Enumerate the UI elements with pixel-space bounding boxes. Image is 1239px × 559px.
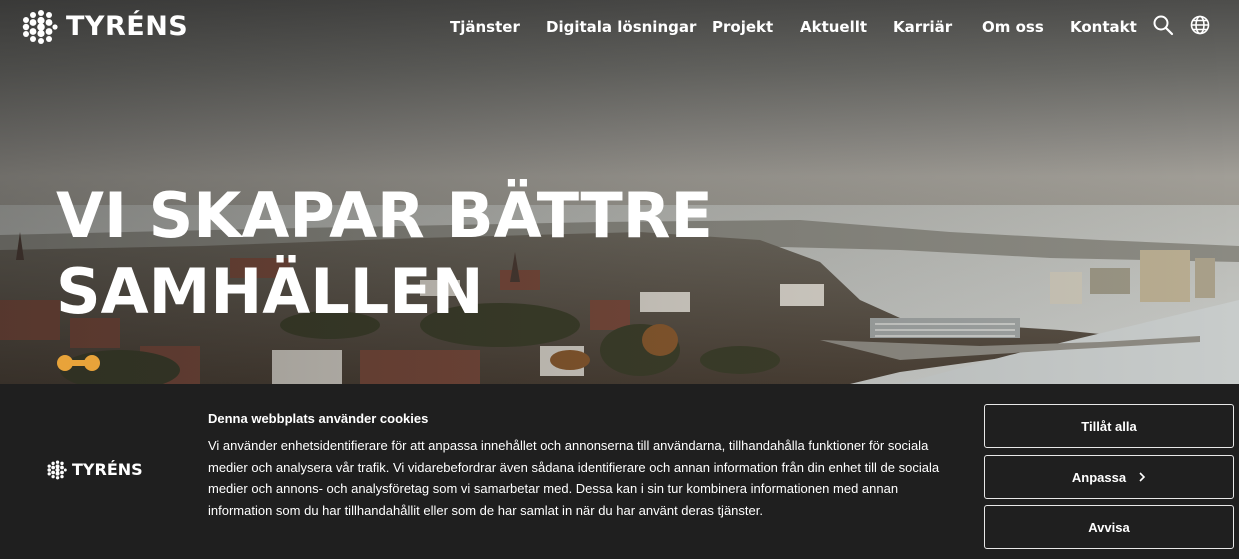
decline-button[interactable]: Avvisa bbox=[984, 505, 1234, 549]
tyrens-logo[interactable]: TYRÉNS bbox=[22, 10, 188, 44]
cookie-banner-text: Vi använder enhetsidentifierare för att … bbox=[208, 438, 940, 518]
logo-wordmark: TYRÉNS bbox=[66, 11, 189, 42]
tyrens-logo-icon bbox=[47, 460, 67, 480]
nav-item-aktuellt[interactable]: Aktuellt bbox=[800, 16, 867, 38]
globe-icon[interactable] bbox=[1189, 14, 1211, 36]
customize-button[interactable]: Anpassa bbox=[984, 455, 1234, 499]
nav-item-karriar[interactable]: Karriär bbox=[893, 16, 952, 38]
allow-all-button[interactable]: Tillåt alla bbox=[984, 404, 1234, 448]
site-header: TYRÉNS Tjänster Digitala lösningar Proje… bbox=[0, 0, 1239, 56]
nav-item-tjanster[interactable]: Tjänster bbox=[450, 16, 520, 38]
hero-headline: VI SKAPAR BÄTTRE SAMHÄLLEN bbox=[56, 178, 713, 330]
customize-label: Anpassa bbox=[1071, 469, 1127, 485]
tyrens-logo-icon bbox=[22, 10, 58, 44]
decline-label: Avvisa bbox=[1088, 519, 1130, 535]
chevron-right-icon bbox=[1139, 472, 1146, 482]
orange-dots-icon bbox=[57, 355, 100, 371]
nav-item-digitala-losningar[interactable]: Digitala lösningar bbox=[546, 16, 696, 38]
hero-headline-line-1: VI SKAPAR BÄTTRE bbox=[56, 179, 713, 252]
cookie-banner: TYRÉNS Denna webbplats använder cookies … bbox=[0, 384, 1239, 559]
cookie-banner-title: Denna webbplats använder cookies bbox=[208, 411, 429, 426]
nav-item-om-oss[interactable]: Om oss bbox=[982, 16, 1044, 38]
cookie-banner-logo: TYRÉNS bbox=[47, 460, 143, 480]
hero-headline-line-2: SAMHÄLLEN bbox=[56, 255, 484, 328]
search-icon[interactable] bbox=[1152, 14, 1174, 36]
nav-item-kontakt[interactable]: Kontakt bbox=[1070, 16, 1137, 38]
allow-all-label: Tillåt alla bbox=[1081, 418, 1137, 434]
cookie-logo-wordmark: TYRÉNS bbox=[72, 460, 143, 479]
nav-item-projekt[interactable]: Projekt bbox=[712, 16, 773, 38]
